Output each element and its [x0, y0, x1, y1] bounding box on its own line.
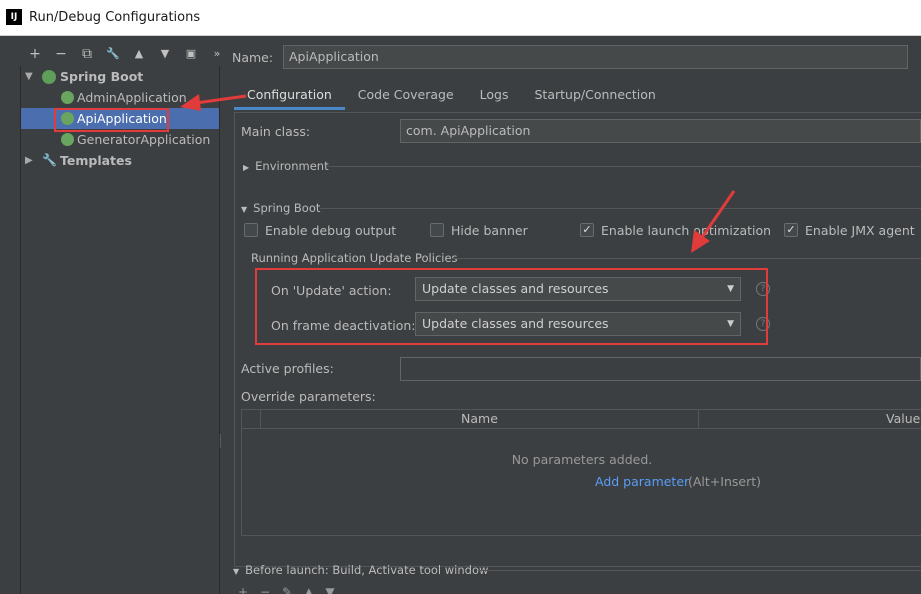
tab-startup-connection[interactable]: Startup/Connection — [522, 80, 669, 110]
tree-node-label: Spring Boot — [60, 69, 144, 84]
tab-code-coverage[interactable]: Code Coverage — [345, 80, 467, 110]
spring-boot-run-icon — [61, 91, 74, 104]
before-launch-section-header[interactable]: ▼ Before launch: Build, Activate tool win… — [233, 563, 488, 577]
collapsed-arrow-icon[interactable]: ▶ — [25, 150, 35, 171]
tree-node-templates[interactable]: ▶ 🔧 Templates — [21, 150, 219, 171]
separator — [326, 166, 921, 167]
add-parameter-shortcut: (Alt+Insert) — [688, 474, 762, 489]
wrench-icon[interactable]: 🔧 — [100, 44, 126, 64]
dialog-body: + − ⧉ 🔧 ▲ ▼ ▣ » ▼ Spring Boot AdminAppli… — [0, 36, 921, 594]
wrench-icon: 🔧 — [42, 153, 57, 167]
table-header-gutter — [242, 410, 261, 429]
update-policies-label: Running Application Update Policies — [251, 251, 458, 265]
checkbox-label: Hide banner — [451, 222, 528, 238]
title-bar: IJ Run/Debug Configurations — [0, 0, 921, 36]
splitter-handle[interactable]: ⁝ ⁝ ⁝ — [219, 434, 225, 450]
expanded-arrow-icon[interactable]: ▼ — [25, 66, 35, 87]
separator — [452, 258, 921, 259]
enable-debug-output-checkbox[interactable]: Enable debug output — [244, 222, 396, 238]
collapsed-arrow-icon: ▶ — [243, 163, 250, 172]
main-class-input[interactable]: com. ApiApplication — [400, 119, 921, 143]
name-input[interactable]: ApiApplication — [283, 45, 908, 69]
tree-item-generator-application[interactable]: GeneratorApplication — [21, 129, 219, 150]
enable-jmx-agent-checkbox[interactable]: ✓ Enable JMX agent — [784, 222, 915, 238]
section-label: Spring Boot — [253, 201, 321, 215]
section-label: Before launch: Build, Activate tool wind… — [245, 563, 489, 577]
section-label: Environment — [255, 159, 329, 173]
folder-icon[interactable]: ▣ — [178, 44, 204, 64]
override-parameters-table[interactable]: Name Value No parameters added. Add para… — [241, 409, 921, 536]
column-header-name[interactable]: Name — [261, 410, 699, 428]
move-down-icon[interactable]: ▼ — [152, 44, 178, 64]
remove-icon[interactable]: − — [260, 585, 282, 594]
separator — [320, 208, 921, 209]
config-tabs: Configuration Code Coverage Logs Startup… — [234, 80, 669, 110]
add-icon[interactable]: + — [238, 585, 260, 594]
spring-boot-run-icon — [61, 133, 74, 146]
before-launch-toolbar: +−✎▲▼ — [238, 585, 347, 594]
tree-node-spring-boot[interactable]: ▼ Spring Boot — [21, 66, 219, 87]
environment-section-header[interactable]: ▶ Environment — [243, 159, 329, 173]
spring-boot-icon — [42, 70, 56, 84]
configurations-panel: + − ⧉ 🔧 ▲ ▼ ▣ » ▼ Spring Boot AdminAppli… — [0, 36, 226, 594]
checkbox-box[interactable] — [244, 223, 258, 237]
column-header-value[interactable]: Value — [886, 410, 920, 428]
checkbox-label: Enable debug output — [265, 222, 397, 238]
edit-icon[interactable]: ✎ — [282, 585, 304, 594]
window-title: Run/Debug Configurations — [29, 10, 201, 25]
copy-icon[interactable]: ⧉ — [74, 44, 100, 64]
add-icon[interactable]: + — [22, 44, 48, 64]
expanded-arrow-icon: ▼ — [233, 567, 240, 576]
name-label: Name: — [232, 50, 274, 65]
enable-launch-optimization-checkbox[interactable]: ✓ Enable launch optimization — [580, 222, 771, 238]
checkbox-label: Enable JMX agent — [805, 222, 915, 238]
tree-item-admin-application[interactable]: AdminApplication — [21, 87, 219, 108]
annotation-highlight-box — [255, 268, 768, 345]
tree-item-label: GeneratorApplication — [77, 132, 211, 147]
checkbox-box[interactable] — [430, 223, 444, 237]
tree-item-label: AdminApplication — [77, 90, 187, 105]
tab-logs[interactable]: Logs — [467, 80, 522, 110]
configuration-tree: ▼ Spring Boot AdminApplication ApiApplic… — [20, 66, 220, 594]
active-profiles-input[interactable] — [400, 357, 921, 381]
separator — [478, 570, 921, 571]
add-parameter-link[interactable]: Add parameter — [595, 474, 689, 489]
move-up-icon[interactable]: ▲ — [126, 44, 152, 64]
configurations-toolbar: + − ⧉ 🔧 ▲ ▼ ▣ » — [22, 44, 230, 64]
more-icon[interactable]: » — [204, 44, 230, 64]
override-parameters-label: Override parameters: — [241, 389, 376, 404]
move-up-icon[interactable]: ▲ — [304, 585, 325, 594]
active-profiles-label: Active profiles: — [241, 361, 334, 376]
annotation-highlight-box — [54, 108, 169, 132]
remove-icon[interactable]: − — [48, 44, 74, 64]
checkbox-label: Enable launch optimization — [601, 222, 772, 238]
main-class-label: Main class: — [241, 124, 311, 139]
tree-node-label: Templates — [60, 153, 132, 168]
spring-boot-section-header[interactable]: ▼ Spring Boot — [241, 201, 320, 215]
tab-configuration[interactable]: Configuration — [234, 80, 345, 110]
checkmark-icon[interactable]: ✓ — [784, 223, 798, 237]
checkmark-icon[interactable]: ✓ — [580, 223, 594, 237]
empty-table-text: No parameters added. — [511, 452, 653, 467]
hide-banner-checkbox[interactable]: Hide banner — [430, 222, 528, 238]
table-header: Name Value — [242, 410, 921, 429]
intellij-app-icon: IJ — [6, 9, 22, 25]
expanded-arrow-icon: ▼ — [241, 205, 248, 214]
move-down-icon[interactable]: ▼ — [325, 585, 346, 594]
